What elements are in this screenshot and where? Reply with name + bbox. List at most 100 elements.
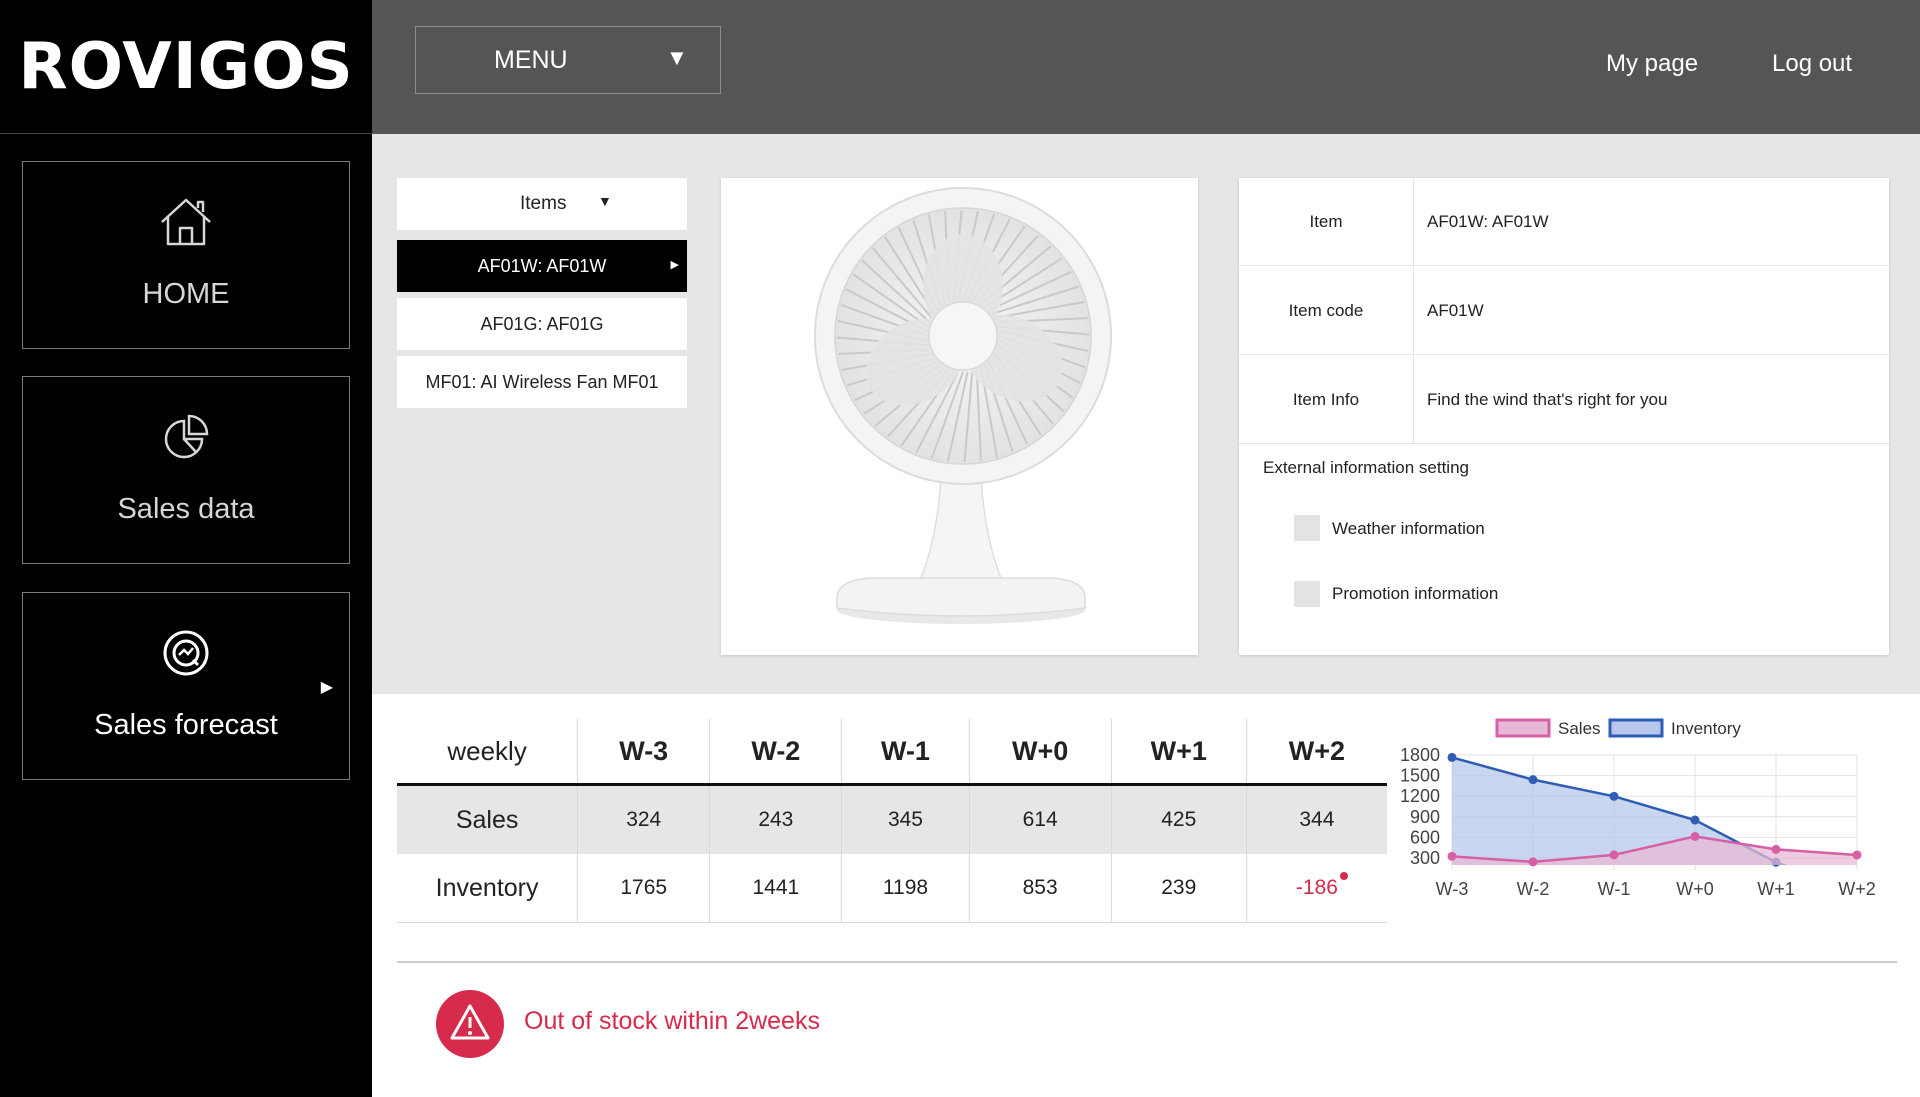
data-point-inventory [1528, 775, 1538, 785]
forecast-chart: 180015001200900600300 W-3 W-2 W-1 W+0 W+1 W+2 S… [1400, 718, 1876, 899]
forecast-table: weekly W-3 W-2 W-1 W+0 W+1 W+2 Sales 324… [397, 719, 1387, 923]
sidebar-item-sales-data[interactable]: Sales data [22, 376, 350, 564]
row-label: Sales [397, 784, 579, 854]
table-cell: 344 [1246, 784, 1387, 854]
alert-dot-icon [1339, 872, 1348, 880]
product-info-card: Item AF01W: AF01W Item code AF01W Item I… [1239, 178, 1889, 655]
x-tick-label: W-3 [1436, 879, 1469, 899]
forecast-panel: weekly W-3 W-2 W-1 W+0 W+1 W+2 Sales 324… [372, 694, 1920, 1097]
data-point-inventory [1609, 791, 1619, 801]
data-point-sales [1690, 831, 1700, 841]
x-tick-label: W+0 [1676, 879, 1714, 899]
table-cell: 243 [709, 784, 843, 854]
table-cell: 239 [1111, 854, 1247, 923]
item-option-af01w[interactable]: AF01W: AF01W ▶ [397, 240, 687, 292]
chevron-down-icon: ▼ [666, 45, 688, 70]
desk-fan-image [814, 187, 1112, 624]
menu-label: MENU [494, 46, 568, 74]
external-info-title: External information setting [1263, 458, 1469, 477]
alert-message: Out of stock within 2weeks [524, 1007, 820, 1035]
negative-value: -186 [1295, 872, 1348, 899]
info-key: Item code [1239, 267, 1414, 355]
promotion-checkbox-label[interactable]: Promotion information [1332, 584, 1498, 604]
items-dropdown[interactable]: Items ▼ [397, 178, 687, 230]
weather-checkbox[interactable] [1294, 515, 1320, 541]
my-page-link[interactable]: My page [1606, 50, 1698, 78]
table-row: Inventory 1765 1441 1198 853 239 -186 [397, 854, 1387, 923]
negative-value-text: -186 [1295, 876, 1338, 899]
legend-swatch [1608, 718, 1664, 738]
item-option-label: AF01G: AF01G [480, 313, 604, 334]
week-header: W-2 [709, 719, 843, 786]
sidebar-item-label: Sales forecast [94, 709, 278, 741]
data-point-sales [1528, 857, 1538, 867]
week-header: W-3 [577, 719, 711, 786]
data-point-sales [1852, 850, 1862, 860]
table-cell: 324 [577, 784, 711, 854]
table-corner-label: weekly [397, 719, 579, 786]
info-value: AF01W [1427, 301, 1484, 320]
legend-swatch [1495, 718, 1551, 738]
info-key: Item [1239, 178, 1414, 266]
info-row-item: Item AF01W: AF01W [1239, 178, 1889, 266]
week-header: W-1 [841, 719, 970, 786]
topbar: MENU ▼ My page Log out [372, 0, 1920, 134]
x-tick-label: W-2 [1517, 879, 1550, 899]
legend-label: Sales [1558, 719, 1601, 738]
table-cell: 1198 [841, 854, 970, 923]
table-cell: 614 [969, 784, 1112, 854]
x-tick-label: W+2 [1838, 879, 1876, 899]
y-tick-label: 600 [1410, 827, 1440, 847]
week-header: W+1 [1111, 719, 1247, 786]
x-tick-label: W+1 [1757, 879, 1795, 899]
table-cell: 1441 [709, 854, 843, 923]
y-tick-label: 1500 [1400, 766, 1440, 786]
y-tick-label: 1800 [1400, 745, 1440, 765]
selected-arrow-icon: ▶ [670, 259, 679, 271]
weather-checkbox-label[interactable]: Weather information [1332, 519, 1485, 539]
table-cell-negative: -186 [1246, 854, 1387, 923]
divider [397, 961, 1897, 963]
item-option-label: MF01: AI Wireless Fan MF01 [425, 371, 659, 392]
logout-link[interactable]: Log out [1772, 50, 1852, 78]
sidebar: ROVIGOS HOME Sales data Sales forecast ▶ [0, 0, 372, 1097]
sidebar-item-label: Sales data [117, 493, 255, 525]
data-point-inventory [1447, 752, 1457, 762]
sidebar-item-home[interactable]: HOME [22, 161, 350, 349]
y-tick-label: 900 [1410, 807, 1440, 827]
sidebar-item-label: HOME [142, 278, 230, 310]
table-cell: 345 [841, 784, 970, 854]
table-cell: 1765 [577, 854, 711, 923]
promotion-checkbox[interactable] [1294, 581, 1320, 607]
info-value: AF01W: AF01W [1427, 212, 1549, 231]
series-area-inventory [1452, 757, 1857, 865]
pie-chart-icon [23, 411, 349, 467]
data-point-sales [1771, 844, 1781, 854]
week-header: W+2 [1246, 719, 1387, 786]
table-cell: 853 [969, 854, 1112, 923]
forecast-icon [23, 627, 349, 683]
data-point-sales [1447, 851, 1457, 861]
table-row: Sales 324 243 345 614 425 344 [397, 784, 1387, 854]
y-tick-label: 1200 [1400, 786, 1440, 806]
row-label: Inventory [397, 854, 579, 923]
info-row-item-info: Item Info Find the wind that's right for… [1239, 356, 1889, 444]
table-header-row: weekly W-3 W-2 W-1 W+0 W+1 W+2 [397, 719, 1387, 786]
item-option-mf01[interactable]: MF01: AI Wireless Fan MF01 [397, 356, 687, 408]
items-header-label: Items [520, 193, 567, 214]
data-point-sales [1609, 850, 1619, 860]
brand-logo[interactable]: ROVIGOS [0, 0, 372, 134]
x-tick-label: W-1 [1598, 879, 1631, 899]
product-image-card [721, 178, 1198, 655]
warning-icon [436, 990, 504, 1063]
sidebar-item-sales-forecast[interactable]: Sales forecast ▶ [22, 592, 350, 780]
info-row-item-code: Item code AF01W [1239, 267, 1889, 355]
item-option-af01g[interactable]: AF01G: AF01G [397, 298, 687, 350]
data-point-inventory [1690, 815, 1700, 825]
table-cell: 425 [1111, 784, 1247, 854]
menu-dropdown[interactable]: MENU ▼ [415, 26, 721, 94]
legend-label: Inventory [1671, 719, 1741, 738]
active-arrow-icon: ▶ [320, 679, 333, 696]
info-value: Find the wind that's right for you [1427, 390, 1668, 409]
chevron-down-icon: ▼ [598, 193, 612, 209]
